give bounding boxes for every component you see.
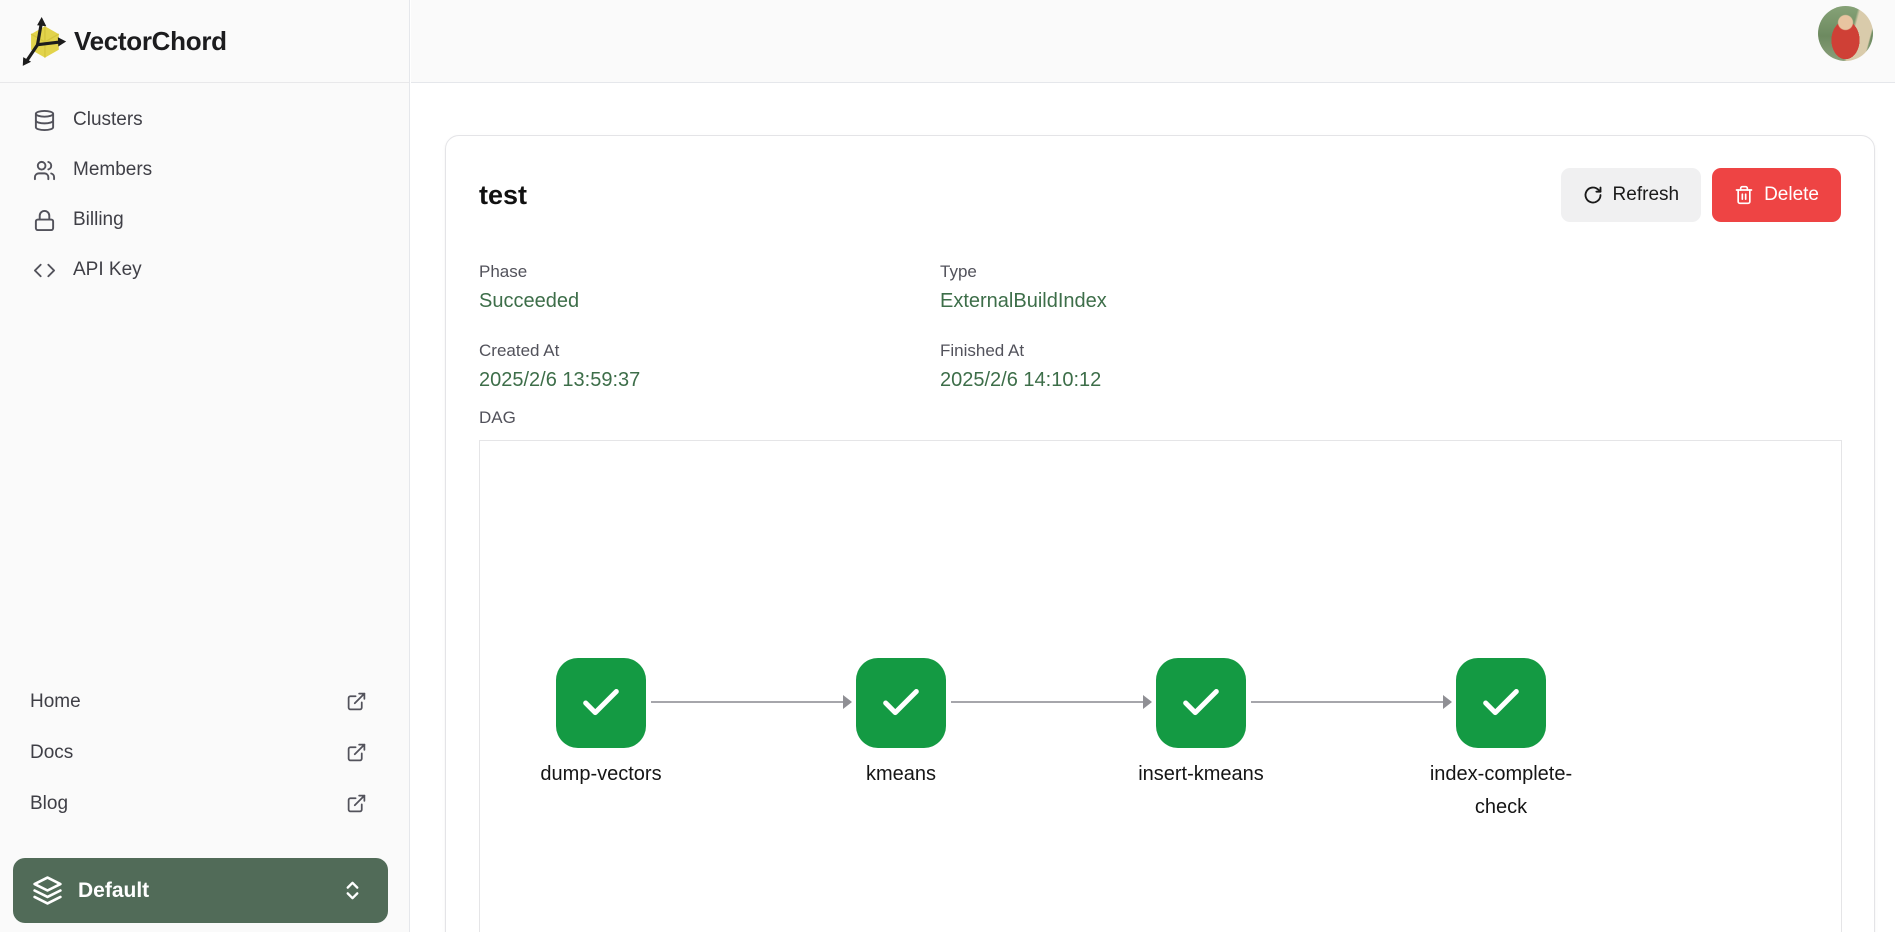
sidebar-item-label: Billing: [73, 209, 124, 231]
field-label: Type: [940, 262, 1841, 282]
dag-section-label: DAG: [479, 408, 1841, 428]
sidebar: VectorChord Clusters Members Billing API…: [0, 0, 410, 932]
card-header: test Refresh Delete: [479, 168, 1841, 222]
check-icon: [1478, 680, 1524, 726]
sidebar-link-blog[interactable]: Blog: [0, 778, 409, 829]
dag-canvas[interactable]: dump-vectors kmeans insert-kmeans index-…: [479, 440, 1842, 932]
sidebar-item-label: Clusters: [73, 109, 143, 131]
sidebar-item-label: API Key: [73, 259, 142, 281]
arrow-head-icon: [1443, 695, 1452, 709]
delete-label: Delete: [1764, 184, 1819, 206]
sidebar-link-label: Docs: [30, 742, 73, 764]
dag-node-index-complete-check[interactable]: [1456, 658, 1546, 748]
users-icon: [33, 159, 56, 182]
sidebar-link-docs[interactable]: Docs: [0, 727, 409, 778]
user-avatar[interactable]: [1818, 6, 1873, 61]
dag-node-dump-vectors[interactable]: [556, 658, 646, 748]
field-created-at: Created At 2025/2/6 13:59:37: [479, 341, 940, 392]
check-icon: [1178, 680, 1224, 726]
sidebar-item-billing[interactable]: Billing: [0, 195, 409, 245]
dag-node-label: dump-vectors: [521, 758, 681, 791]
external-link-icon: [346, 691, 367, 712]
field-label: Phase: [479, 262, 940, 282]
external-link-icon: [346, 742, 367, 763]
arrow-head-icon: [843, 695, 852, 709]
main-content: test Refresh Delete Phase Succeeded Type…: [411, 84, 1895, 932]
job-title: test: [479, 180, 527, 211]
brand-link[interactable]: VectorChord: [0, 0, 409, 83]
field-value: Succeeded: [479, 290, 940, 313]
refresh-icon: [1583, 185, 1603, 205]
layers-icon: [32, 875, 63, 906]
field-label: Created At: [479, 341, 940, 361]
dag-edge: [951, 695, 1153, 709]
sidebar-link-label: Blog: [30, 793, 68, 815]
arrow-head-icon: [1143, 695, 1152, 709]
refresh-label: Refresh: [1613, 184, 1680, 206]
sidebar-link-label: Home: [30, 691, 81, 713]
dag-edge: [1251, 695, 1453, 709]
card-actions: Refresh Delete: [1561, 168, 1841, 222]
sidebar-external-links: Home Docs Blog: [0, 676, 409, 829]
external-link-icon: [346, 793, 367, 814]
dag-node-label: index-complete-check: [1421, 758, 1581, 824]
lock-icon: [33, 209, 56, 232]
job-detail-card: test Refresh Delete Phase Succeeded Type…: [445, 135, 1875, 932]
dag-node-label: insert-kmeans: [1121, 758, 1281, 791]
field-phase: Phase Succeeded: [479, 262, 940, 313]
dag-node-label: kmeans: [821, 758, 981, 791]
sidebar-item-label: Members: [73, 159, 152, 181]
code-icon: [33, 259, 56, 282]
field-value: ExternalBuildIndex: [940, 290, 1841, 313]
sidebar-item-api-key[interactable]: API Key: [0, 245, 409, 295]
dag-edge: [651, 695, 853, 709]
trash-icon: [1734, 185, 1754, 205]
workspace-name: Default: [78, 879, 149, 903]
top-bar: [411, 0, 1895, 83]
field-type: Type ExternalBuildIndex: [940, 262, 1841, 313]
field-value: 2025/2/6 13:59:37: [479, 369, 940, 392]
delete-button[interactable]: Delete: [1712, 168, 1841, 222]
dag-node-insert-kmeans[interactable]: [1156, 658, 1246, 748]
chevrons-up-down-icon: [341, 879, 364, 902]
job-fields: Phase Succeeded Type ExternalBuildIndex …: [479, 262, 1841, 392]
brand-name: VectorChord: [74, 26, 227, 57]
field-value: 2025/2/6 14:10:12: [940, 369, 1841, 392]
dag-node-kmeans[interactable]: [856, 658, 946, 748]
sidebar-item-members[interactable]: Members: [0, 145, 409, 195]
sidebar-nav: Clusters Members Billing API Key: [0, 83, 409, 295]
refresh-button[interactable]: Refresh: [1561, 168, 1702, 222]
field-label: Finished At: [940, 341, 1841, 361]
check-icon: [578, 680, 624, 726]
sidebar-link-home[interactable]: Home: [0, 676, 409, 727]
vectorchord-logo-icon: [20, 14, 68, 68]
field-finished-at: Finished At 2025/2/6 14:10:12: [940, 341, 1841, 392]
workspace-selector[interactable]: Default: [13, 858, 388, 923]
sidebar-item-clusters[interactable]: Clusters: [0, 95, 409, 145]
database-icon: [33, 109, 56, 132]
check-icon: [878, 680, 924, 726]
